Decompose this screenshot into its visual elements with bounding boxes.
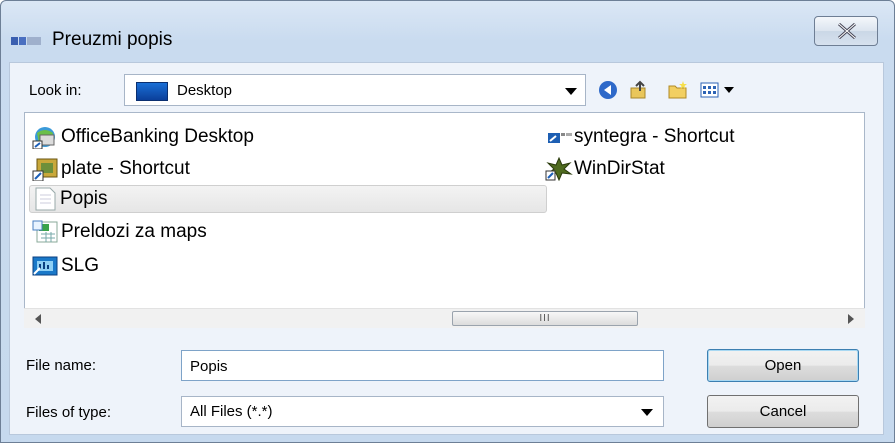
chevron-down-icon [565,88,577,95]
list-item[interactable]: WinDirStat [544,155,844,183]
window-title: Preuzmi popis [52,29,173,50]
officebanking-icon [31,125,61,150]
file-name-text: syntegra - Shortcut [574,126,735,147]
files-of-type-value: All Files (*.*) [190,403,273,420]
up-folder-icon[interactable] [628,79,650,101]
file-name-text: SLG [61,255,100,276]
close-icon [838,23,856,39]
scroll-left-icon[interactable] [34,314,42,324]
file-name-text: WinDirStat [574,158,665,179]
scroll-right-icon[interactable] [847,314,855,324]
cancel-button[interactable]: Cancel [707,395,859,428]
view-menu-icon[interactable] [700,79,740,101]
title-bar[interactable]: Preuzmi popis [1,1,894,63]
file-name-text: OfficeBanking Desktop [61,126,254,147]
files-of-type-label: Files of type: [26,404,112,421]
new-folder-icon[interactable] [667,79,689,101]
look-in-value: Desktop [177,82,233,99]
list-item[interactable]: SLG [31,252,411,280]
list-item[interactable]: Popis [29,185,547,213]
close-button[interactable] [814,16,878,46]
scrollbar-thumb[interactable]: III [452,311,638,326]
file-name-text: plate - Shortcut [61,158,190,179]
list-item[interactable]: Preldozi za maps [31,218,411,246]
horizontal-scrollbar[interactable]: III [24,308,865,328]
spreadsheet-icon [31,220,61,244]
file-name-text: Preldozi za maps [61,221,207,242]
file-list[interactable]: OfficeBanking Desktop plate - Shortcut P… [24,112,865,328]
plate-shortcut-icon [31,157,61,182]
back-icon[interactable] [597,79,619,101]
look-in-label: Look in: [29,82,82,99]
app-icon [11,37,41,45]
scrollbar-grip: III [539,313,551,324]
syntegra-shortcut-icon [544,125,574,149]
list-item[interactable]: plate - Shortcut [31,155,411,183]
text-file-icon [30,187,60,211]
chevron-down-icon [641,409,653,416]
list-item[interactable]: OfficeBanking Desktop [31,123,411,151]
windirstat-icon [544,156,574,182]
list-item[interactable]: syntegra - Shortcut [544,123,844,151]
look-in-dropdown[interactable]: Desktop [124,74,586,106]
file-name-input[interactable]: Popis [181,350,664,381]
desktop-icon [136,82,168,101]
slg-icon [31,254,61,278]
files-of-type-dropdown[interactable]: All Files (*.*) [181,396,664,427]
file-name-text: Popis [60,188,108,209]
file-name-label: File name: [26,357,97,374]
open-button[interactable]: Open [707,349,859,382]
